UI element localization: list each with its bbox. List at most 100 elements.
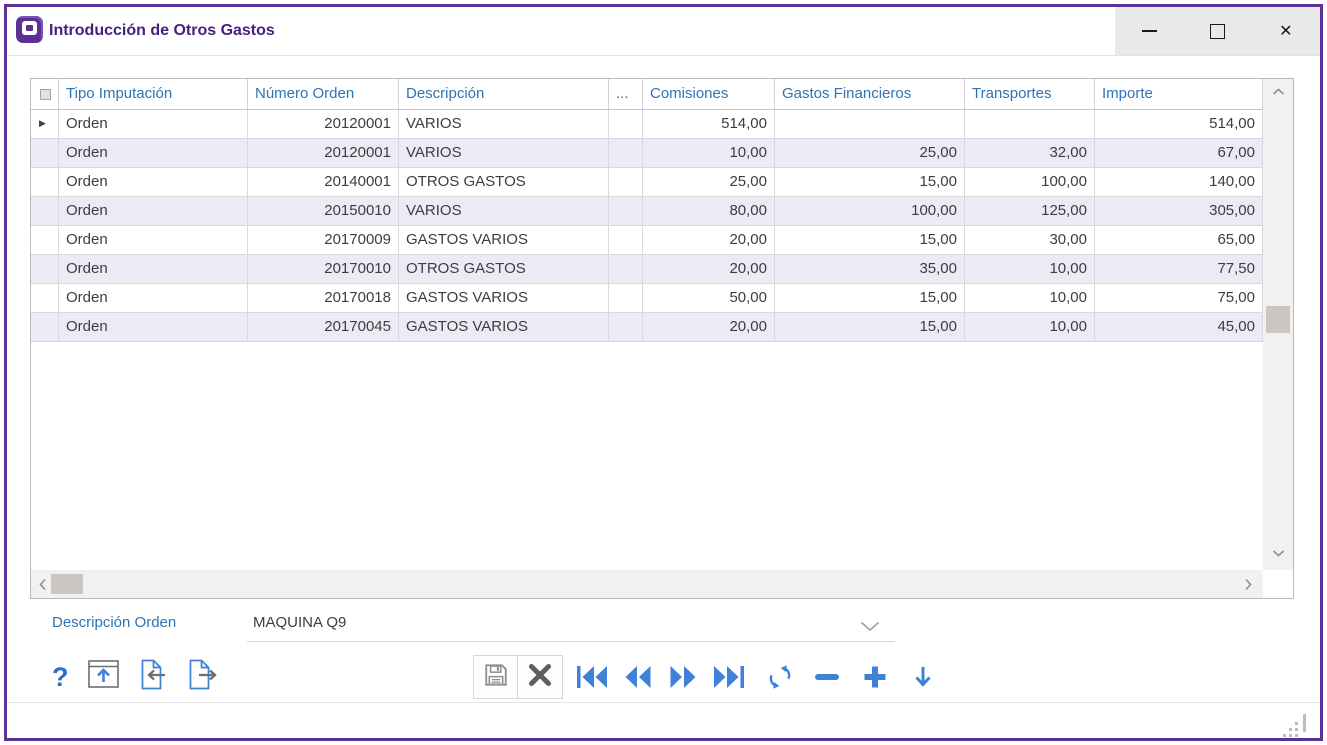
table-row[interactable]: Orden20170010OTROS GASTOS20,0035,0010,00… <box>31 255 1263 284</box>
cell-descripcion[interactable]: GASTOS VARIOS <box>399 313 609 341</box>
table-row[interactable]: Orden20120001VARIOS 10,0025,0032,0067,00 <box>31 139 1263 168</box>
cell-selector[interactable] <box>31 284 59 312</box>
import-record-button[interactable] <box>138 659 168 695</box>
cell-tipo[interactable]: Orden <box>59 255 248 283</box>
table-row[interactable]: Orden20170045GASTOS VARIOS20,0015,0010,0… <box>31 313 1263 342</box>
cell-dots[interactable] <box>609 255 643 283</box>
cell-numero[interactable]: 20140001 <box>248 168 399 196</box>
cell-numero[interactable]: 20120001 <box>248 139 399 167</box>
cell-descripcion[interactable]: GASTOS VARIOS <box>399 226 609 254</box>
cell-descripcion[interactable]: VARIOS <box>399 110 609 138</box>
scroll-right-arrow-icon[interactable] <box>1239 570 1257 598</box>
post-edit-button[interactable] <box>913 665 933 690</box>
cell-descripcion[interactable]: GASTOS VARIOS <box>399 284 609 312</box>
cell-selector[interactable] <box>31 313 59 341</box>
table-row[interactable]: Orden20170009GASTOS VARIOS20,0015,0030,0… <box>31 226 1263 255</box>
cell-transportes[interactable]: 10,00 <box>965 284 1095 312</box>
vertical-scrollbar[interactable] <box>1263 79 1293 570</box>
cell-gastos[interactable]: 15,00 <box>775 226 965 254</box>
cell-comisiones[interactable]: 10,00 <box>643 139 775 167</box>
cell-tipo[interactable]: Orden <box>59 284 248 312</box>
cell-dots[interactable] <box>609 110 643 138</box>
cell-numero[interactable]: 20150010 <box>248 197 399 225</box>
cell-transportes[interactable] <box>965 110 1095 138</box>
scroll-down-arrow-icon[interactable] <box>1263 544 1293 562</box>
insert-record-button[interactable] <box>862 664 888 690</box>
cell-descripcion[interactable]: VARIOS <box>399 197 609 225</box>
cell-gastos[interactable]: 15,00 <box>775 168 965 196</box>
save-button[interactable] <box>473 655 518 699</box>
column-header-selector[interactable] <box>31 79 59 109</box>
cell-dots[interactable] <box>609 197 643 225</box>
cell-gastos[interactable]: 25,00 <box>775 139 965 167</box>
maximize-button[interactable] <box>1183 7 1251 55</box>
delete-record-button[interactable] <box>814 673 840 681</box>
column-header-importe[interactable]: Importe <box>1095 79 1263 109</box>
help-button[interactable]: ? <box>52 664 69 691</box>
column-header-descripcion[interactable]: Descripción <box>399 79 609 109</box>
cell-tipo[interactable]: Orden <box>59 168 248 196</box>
cell-tipo[interactable]: Orden <box>59 139 248 167</box>
cell-dots[interactable] <box>609 139 643 167</box>
resize-grip[interactable] <box>1303 714 1306 732</box>
cell-dots[interactable] <box>609 313 643 341</box>
cell-importe[interactable]: 514,00 <box>1095 110 1263 138</box>
cell-comisiones[interactable]: 80,00 <box>643 197 775 225</box>
column-header-numero[interactable]: Número Orden <box>248 79 399 109</box>
cell-descripcion[interactable]: VARIOS <box>399 139 609 167</box>
show-window-button[interactable] <box>88 660 119 694</box>
cell-numero[interactable]: 20120001 <box>248 110 399 138</box>
cell-importe[interactable]: 45,00 <box>1095 313 1263 341</box>
cell-dots[interactable] <box>609 226 643 254</box>
column-header-comisiones[interactable]: Comisiones <box>643 79 775 109</box>
cell-transportes[interactable]: 10,00 <box>965 255 1095 283</box>
column-header-gastos[interactable]: Gastos Financieros <box>775 79 965 109</box>
cell-selector[interactable] <box>31 139 59 167</box>
cell-descripcion[interactable]: OTROS GASTOS <box>399 255 609 283</box>
minimize-button[interactable] <box>1115 7 1183 55</box>
cell-comisiones[interactable]: 20,00 <box>643 226 775 254</box>
refresh-button[interactable] <box>768 665 792 689</box>
cell-selector[interactable] <box>31 226 59 254</box>
description-order-combobox[interactable]: MAQUINA Q9 <box>253 614 346 631</box>
prior-record-button[interactable] <box>622 664 654 690</box>
cell-selector[interactable] <box>31 255 59 283</box>
cell-importe[interactable]: 67,00 <box>1095 139 1263 167</box>
table-row[interactable]: Orden20140001OTROS GASTOS25,0015,00100,0… <box>31 168 1263 197</box>
horizontal-scrollbar[interactable] <box>31 570 1263 598</box>
cell-numero[interactable]: 20170009 <box>248 226 399 254</box>
cell-gastos[interactable]: 15,00 <box>775 284 965 312</box>
cell-comisiones[interactable]: 20,00 <box>643 313 775 341</box>
cell-comisiones[interactable]: 25,00 <box>643 168 775 196</box>
table-row[interactable]: Orden20170018GASTOS VARIOS50,0015,0010,0… <box>31 284 1263 313</box>
cell-descripcion[interactable]: OTROS GASTOS <box>399 168 609 196</box>
scroll-left-arrow-icon[interactable] <box>34 570 52 598</box>
vertical-scroll-thumb[interactable] <box>1266 306 1290 333</box>
table-row[interactable]: Orden20150010VARIOS80,00100,00125,00305,… <box>31 197 1263 226</box>
close-button[interactable]: ✕ <box>1252 7 1320 55</box>
cell-tipo[interactable]: Orden <box>59 226 248 254</box>
cell-gastos[interactable] <box>775 110 965 138</box>
last-record-button[interactable] <box>712 664 746 690</box>
horizontal-scroll-thumb[interactable] <box>51 574 83 594</box>
cancel-button[interactable] <box>518 655 563 699</box>
combo-chevron-down-icon[interactable] <box>860 619 880 637</box>
cell-transportes[interactable]: 125,00 <box>965 197 1095 225</box>
cell-gastos[interactable]: 15,00 <box>775 313 965 341</box>
scroll-up-arrow-icon[interactable] <box>1263 83 1293 101</box>
cell-tipo[interactable]: Orden <box>59 313 248 341</box>
cell-selector[interactable] <box>31 168 59 196</box>
cell-tipo[interactable]: Orden <box>59 110 248 138</box>
cell-gastos[interactable]: 100,00 <box>775 197 965 225</box>
column-header-tipo[interactable]: Tipo Imputación <box>59 79 248 109</box>
cell-dots[interactable] <box>609 284 643 312</box>
cell-numero[interactable]: 20170018 <box>248 284 399 312</box>
cell-comisiones[interactable]: 514,00 <box>643 110 775 138</box>
cell-gastos[interactable]: 35,00 <box>775 255 965 283</box>
cell-importe[interactable]: 305,00 <box>1095 197 1263 225</box>
column-header-transportes[interactable]: Transportes <box>965 79 1095 109</box>
cell-transportes[interactable]: 32,00 <box>965 139 1095 167</box>
column-header-dots[interactable]: ... <box>609 79 643 109</box>
cell-importe[interactable]: 77,50 <box>1095 255 1263 283</box>
cell-selector[interactable] <box>31 197 59 225</box>
